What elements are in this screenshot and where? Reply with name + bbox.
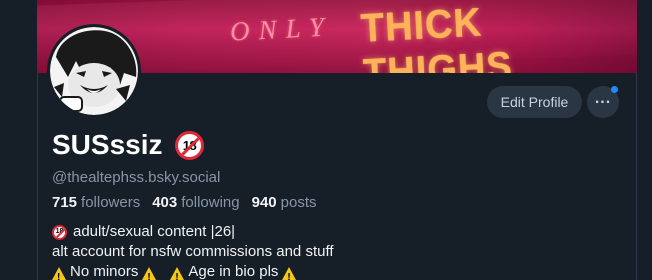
following-link[interactable]: 403 following xyxy=(152,194,239,211)
following-count: 403 xyxy=(152,194,178,211)
followers-count: 715 xyxy=(52,194,78,211)
warning-icon xyxy=(142,266,157,280)
profile-handle: @thealtephss.bsky.social xyxy=(52,169,221,186)
banner-text-bold: THICK THIGHS xyxy=(359,0,514,73)
bio-text-2: alt account for nsfw commissions and stu… xyxy=(52,243,334,260)
bio-line-2: alt account for nsfw commissions and stu… xyxy=(52,242,612,262)
avatar-illustration xyxy=(50,27,138,115)
right-gutter xyxy=(637,0,652,280)
bio-text-1: adult/sexual content |26| xyxy=(73,223,236,240)
left-gutter xyxy=(0,0,37,280)
posts-label: posts xyxy=(280,194,317,211)
bio-line-3: No minors Age in bio pls xyxy=(52,262,612,280)
profile-stats: 715 followers 403 following 940 posts xyxy=(52,194,317,211)
age-18-badge-icon: 18 xyxy=(175,131,204,160)
posts-count: 940 xyxy=(251,194,277,211)
bio-text-3b: Age in bio pls xyxy=(188,263,279,280)
edit-profile-button[interactable]: Edit Profile xyxy=(487,86,582,118)
display-name: SUSssiz xyxy=(52,129,163,160)
warning-icon xyxy=(170,266,185,280)
no-under-18-icon: 18 xyxy=(52,224,67,240)
following-label: following xyxy=(181,194,240,211)
notification-dot xyxy=(611,86,618,93)
followers-label: followers xyxy=(81,194,141,211)
profile-bio: 18 adult/sexual content |26| alt account… xyxy=(52,222,612,280)
warning-icon xyxy=(282,266,297,280)
followers-link[interactable]: 715 followers xyxy=(52,194,140,211)
avatar[interactable] xyxy=(47,24,141,118)
posts-count-stat: 940 posts xyxy=(252,194,317,211)
more-options-icon: ... xyxy=(594,90,612,107)
banner-text-light: ONLY xyxy=(229,11,334,47)
bio-text-3a: No minors xyxy=(70,263,139,280)
warning-icon xyxy=(52,266,66,280)
bio-line-1: 18 adult/sexual content |26| xyxy=(52,222,612,242)
